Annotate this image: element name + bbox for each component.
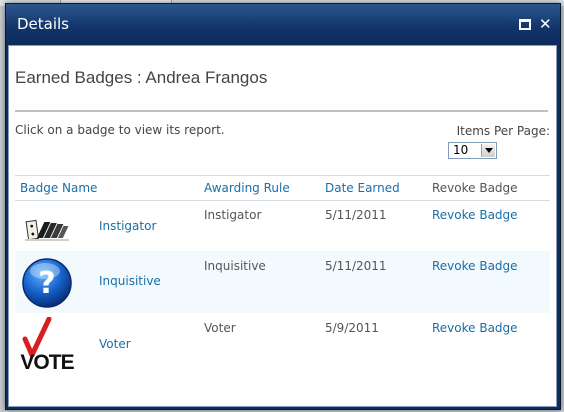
badge-name-link[interactable]: Voter [99, 337, 131, 351]
table-row: Instigator Instigator 5/11/2011 Revoke B… [15, 201, 550, 251]
revoke-badge-link[interactable]: Revoke Badge [432, 259, 518, 273]
revoke-badge-link[interactable]: Revoke Badge [432, 208, 518, 222]
date-earned: 5/9/2011 [325, 321, 379, 335]
date-earned: 5/11/2011 [325, 208, 387, 222]
divider [15, 110, 548, 112]
badge-name-link[interactable]: Inquisitive [99, 274, 161, 288]
header-badge-name[interactable]: Badge Name [20, 181, 97, 195]
date-earned: 5/11/2011 [325, 259, 387, 273]
dialog-titlebar: Details ✕ [6, 4, 560, 44]
awarding-rule: Instigator [204, 208, 262, 222]
revoke-badge-link[interactable]: Revoke Badge [432, 321, 518, 335]
dominoes-icon[interactable] [23, 212, 71, 242]
chevron-down-icon[interactable] [481, 144, 495, 157]
items-per-page-label: Items Per Page: [456, 124, 550, 138]
question-mark-icon[interactable]: ? [21, 257, 73, 309]
instruction-text: Click on a badge to view its report. [15, 123, 225, 137]
page-title: Earned Badges : Andrea Frangos [15, 68, 268, 87]
table-row: ? Inquisitive Inquisitive 5/11/2011 Revo… [15, 251, 550, 313]
details-dialog: Details ✕ Earned Badges : Andrea Frangos… [5, 3, 561, 410]
awarding-rule: Inquisitive [204, 259, 266, 273]
badge-name-link[interactable]: Instigator [99, 219, 156, 233]
maximize-icon[interactable] [519, 18, 531, 30]
close-icon[interactable]: ✕ [539, 16, 552, 31]
badges-table: Badge Name Awarding Rule Date Earned Rev… [15, 175, 550, 375]
awarding-rule: Voter [204, 321, 236, 335]
table-header: Badge Name Awarding Rule Date Earned Rev… [15, 175, 550, 201]
svg-text:VOTE: VOTE [20, 351, 74, 373]
dialog-content: Earned Badges : Andrea Frangos Click on … [8, 45, 557, 407]
vote-icon[interactable]: VOTE [19, 317, 75, 373]
dialog-title: Details [17, 15, 70, 33]
header-awarding-rule[interactable]: Awarding Rule [204, 181, 290, 195]
svg-text:?: ? [38, 266, 55, 301]
table-row: VOTE Voter Voter 5/9/2011 Revoke Badge [15, 313, 550, 375]
header-revoke-badge: Revoke Badge [432, 181, 518, 195]
items-per-page-value: 10 [453, 143, 469, 157]
items-per-page-select[interactable]: 10 [448, 142, 497, 159]
header-date-earned[interactable]: Date Earned [325, 181, 400, 195]
